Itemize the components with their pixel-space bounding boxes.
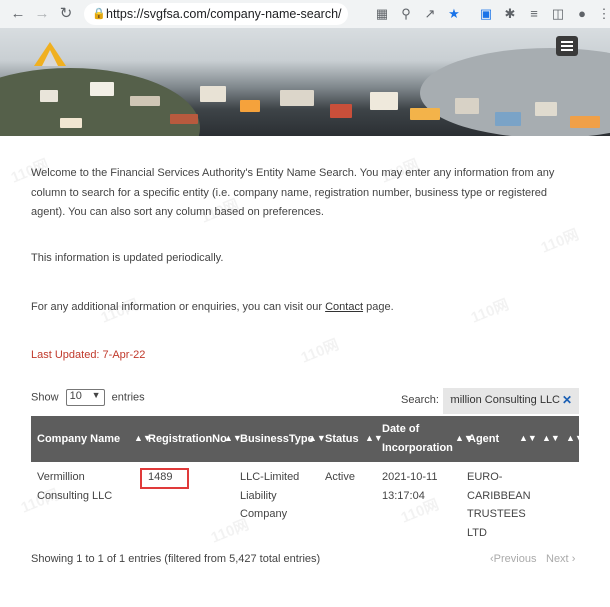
watermark: 110网 [298, 336, 342, 367]
watermark: 110网 [538, 226, 582, 257]
side-panel-icon[interactable]: ◫ [548, 4, 568, 24]
watermark: 110网 [468, 296, 512, 327]
contact-link[interactable]: Contact [325, 301, 363, 313]
entries-select-value: 10 [69, 390, 82, 402]
cell-agent: EURO- CARIBBEAN TRUSTEES LTD [467, 471, 531, 539]
back-icon[interactable]: ← [8, 4, 28, 24]
entries-control: Show 10 ▼ entries [31, 389, 145, 406]
extensions-puzzle-icon[interactable]: ✱ [500, 4, 520, 24]
search-label: Search: [401, 394, 439, 406]
intro-paragraph: Welcome to the Financial Services Author… [31, 164, 579, 223]
url-text: https://svgfsa.com/company-name-search/ [106, 7, 342, 21]
clear-search-icon[interactable]: ✕ [562, 393, 572, 407]
address-bar[interactable]: 🔒 https://svgfsa.com/company-name-search… [84, 3, 348, 25]
table-header: Company Name ▲▼ RegistrationNo ▲▼ Busine… [31, 416, 584, 462]
sort-icon[interactable]: ▲▼ [365, 433, 383, 443]
reading-list-icon[interactable]: ≡ [524, 4, 544, 24]
extension-s-icon[interactable]: ▣ [476, 4, 496, 24]
header-banner-image [0, 28, 610, 136]
sort-icon[interactable]: ▲▼ [566, 433, 584, 443]
cell-status: Active [325, 471, 355, 483]
update-note: This information is updated periodically… [31, 252, 224, 264]
cell-business-type: LLC-Limited Liability Company [240, 471, 300, 520]
hamburger-menu-icon[interactable] [556, 36, 578, 56]
contact-note: For any additional information or enquir… [31, 301, 394, 313]
bookmark-star-icon[interactable]: ★ [444, 4, 464, 24]
chevron-down-icon: ▼ [91, 390, 101, 400]
last-updated-text: Last Updated: 7-Apr-22 [31, 349, 146, 361]
next-button[interactable]: Next › [546, 553, 575, 565]
intro-line-3: agent). You can also sort any column bas… [31, 206, 324, 218]
menu-dots-icon[interactable]: ⋮ [594, 4, 610, 24]
intro-line-1: Welcome to the Financial Services Author… [31, 167, 555, 179]
contact-suffix: page. [366, 301, 394, 313]
zoom-icon[interactable]: ⚲ [396, 4, 416, 24]
share-icon[interactable]: ↗ [420, 4, 440, 24]
cell-registration-no: 1489 [148, 471, 173, 483]
profile-icon[interactable]: ● [572, 4, 592, 24]
previous-button[interactable]: ‹Previous [490, 553, 536, 565]
sort-icon[interactable]: ▲▼ [542, 433, 560, 443]
col-business-type[interactable]: BusinessType [240, 416, 314, 462]
reload-icon[interactable]: ↻ [56, 4, 76, 24]
search-input-value: Vermillion Consulting LLC [450, 394, 560, 406]
table-info: Showing 1 to 1 of 1 entries (filtered fr… [31, 553, 321, 565]
search-input[interactable]: Vermillion Consulting LLC ✕ [443, 388, 579, 414]
sort-icon[interactable]: ▲▼ [519, 433, 537, 443]
entries-select[interactable]: 10 ▼ [65, 389, 105, 406]
contact-prefix: For any additional information or enquir… [31, 301, 323, 313]
watermark: 110网 [98, 296, 142, 327]
browser-toolbar: ← → ↻ 🔒 https://svgfsa.com/company-name-… [0, 0, 610, 29]
intro-line-2: column to search for a specific entity (… [31, 186, 548, 199]
show-label: Show [31, 391, 59, 404]
col-company-name[interactable]: Company Name [37, 416, 120, 462]
chevron-right-icon: › [571, 553, 576, 565]
entries-label: entries [111, 391, 145, 404]
forward-icon[interactable]: → [32, 4, 52, 24]
col-agent[interactable]: Agent [468, 416, 499, 462]
col-status[interactable]: Status [325, 416, 359, 462]
col-date-of-incorporation[interactable]: Date of Incorporation [382, 416, 453, 462]
fsa-logo-icon[interactable] [32, 40, 68, 68]
watermark: 110网 [208, 516, 252, 547]
col-registration-no[interactable]: RegistrationNo [148, 416, 227, 462]
translate-icon[interactable]: ▦ [372, 4, 392, 24]
watermark: 110网 [18, 486, 62, 517]
sort-icon[interactable]: ▲▼ [308, 433, 326, 443]
lock-icon: 🔒 [92, 8, 106, 20]
